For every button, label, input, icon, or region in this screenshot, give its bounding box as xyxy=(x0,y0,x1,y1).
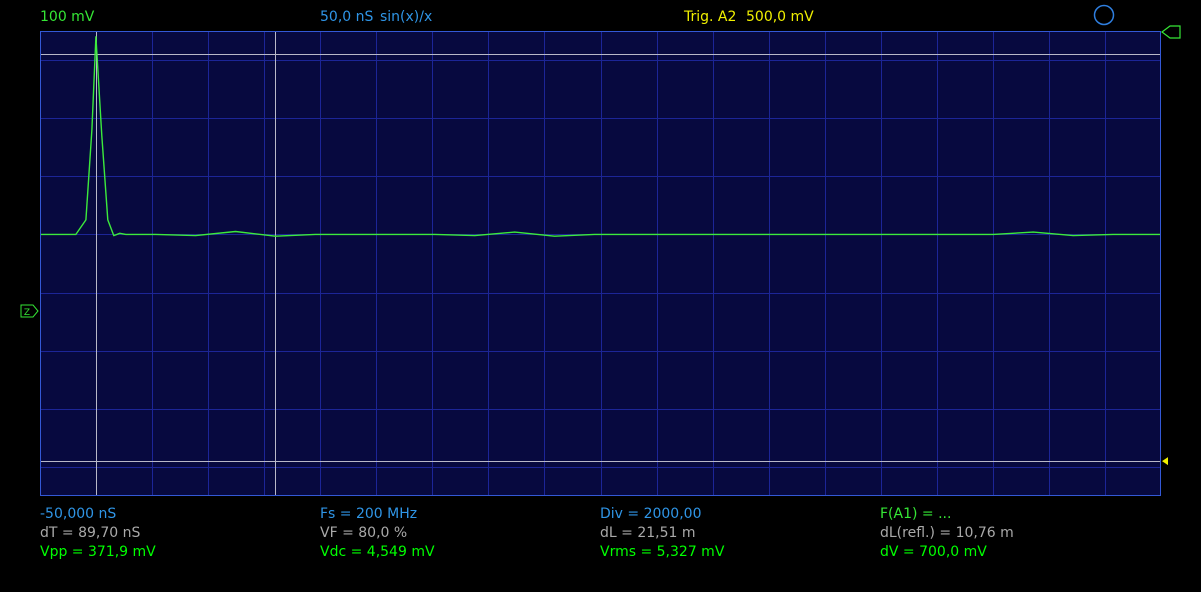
zero-marker[interactable]: Z xyxy=(20,304,39,318)
top-right-arrow-icon[interactable] xyxy=(1161,25,1181,39)
status-circle-icon[interactable] xyxy=(1093,4,1115,26)
velocity-factor-readout: VF = 80,0 % xyxy=(320,525,408,541)
trigger-level-marker-icon[interactable] xyxy=(1162,457,1168,466)
delta-v-readout: dV = 700,0 mV xyxy=(880,544,987,560)
trigger-level-label[interactable]: 500,0 mV xyxy=(746,9,814,25)
zero-marker-label: Z xyxy=(24,308,30,318)
sample-rate-readout: Fs = 200 MHz xyxy=(320,506,418,522)
delta-t-readout: dT = 89,70 nS xyxy=(40,525,141,541)
function-readout[interactable]: F(A1) = ... xyxy=(880,506,951,522)
delta-length-readout: dL = 21,51 m xyxy=(600,525,696,541)
vrms-readout: Vrms = 5,327 mV xyxy=(600,544,725,560)
time-per-div-label[interactable]: 50,0 nS xyxy=(320,9,373,25)
delta-length-reflected-readout: dL(refl.) = 10,76 m xyxy=(880,525,1014,541)
vdc-readout: Vdc = 4,549 mV xyxy=(320,544,435,560)
vpp-readout: Vpp = 371,9 mV xyxy=(40,544,156,560)
divider-readout: Div = 2000,00 xyxy=(600,506,702,522)
volts-per-div-label[interactable]: 100 mV xyxy=(40,9,94,25)
trigger-channel-label[interactable]: Trig. A2 xyxy=(684,9,736,25)
cursor-time-readout: -50,000 nS xyxy=(40,506,117,522)
oscilloscope-display[interactable]: Z xyxy=(0,0,1201,592)
interpolation-label[interactable]: sin(x)/x xyxy=(380,9,432,25)
